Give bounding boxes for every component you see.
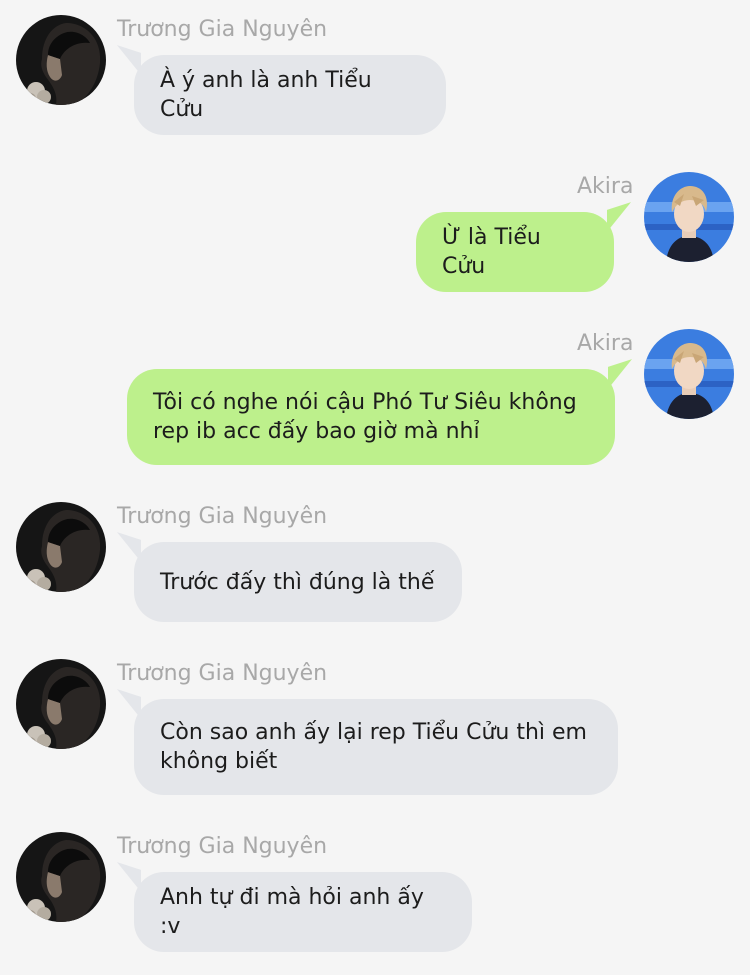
message-text: À ý anh là anh Tiểu Cửu [160, 68, 372, 122]
blond-portrait-avatar-icon [644, 172, 734, 262]
message-text: Trước đấy thì đúng là thế [160, 569, 435, 595]
incoming-message-bubble[interactable]: Trước đấy thì đúng là thế [117, 532, 462, 622]
bubble-tail [117, 532, 141, 562]
dark-portrait-avatar-icon [16, 659, 106, 749]
bubble-tail [117, 862, 141, 892]
message-text: Còn sao anh ấy lại rep Tiểu Cửu thì em k… [160, 720, 587, 774]
dark-portrait-avatar-icon [16, 832, 106, 922]
message-text: Ừ là Tiểu Cửu [442, 225, 541, 279]
sender-name: Trương Gia Nguyên [117, 17, 328, 42]
sender-avatar[interactable] [16, 502, 106, 592]
outgoing-message-bubble[interactable]: Ừ là Tiểu Cửu [416, 202, 631, 292]
bubble-tail [607, 202, 631, 232]
sender-avatar[interactable] [644, 172, 734, 262]
sender-avatar[interactable] [16, 832, 106, 922]
incoming-message-bubble[interactable]: Anh tự đi mà hỏi anh ấy :v [117, 862, 472, 952]
message-text: Tôi có nghe nói cậu Phó Tư Siêu không re… [153, 390, 577, 444]
sender-name: Trương Gia Nguyên [117, 834, 328, 859]
sender-avatar[interactable] [16, 15, 106, 105]
message-text: Anh tự đi mà hỏi anh ấy :v [160, 885, 424, 939]
dark-portrait-avatar-icon [16, 15, 106, 105]
blond-portrait-avatar-icon [644, 329, 734, 419]
sender-name: Akira [577, 331, 634, 356]
bubble-tail [117, 45, 141, 75]
sender-name: Trương Gia Nguyên [117, 661, 328, 686]
incoming-message-bubble[interactable]: Còn sao anh ấy lại rep Tiểu Cửu thì em k… [117, 689, 618, 795]
incoming-message-bubble[interactable]: À ý anh là anh Tiểu Cửu [117, 45, 446, 135]
sender-avatar[interactable] [16, 659, 106, 749]
sender-name: Trương Gia Nguyên [117, 504, 328, 529]
bubble-tail [117, 689, 141, 719]
sender-name: Akira [577, 174, 634, 199]
outgoing-message-bubble[interactable]: Tôi có nghe nói cậu Phó Tư Siêu không re… [127, 359, 632, 465]
sender-avatar[interactable] [644, 329, 734, 419]
dark-portrait-avatar-icon [16, 502, 106, 592]
bubble-tail [608, 359, 632, 389]
